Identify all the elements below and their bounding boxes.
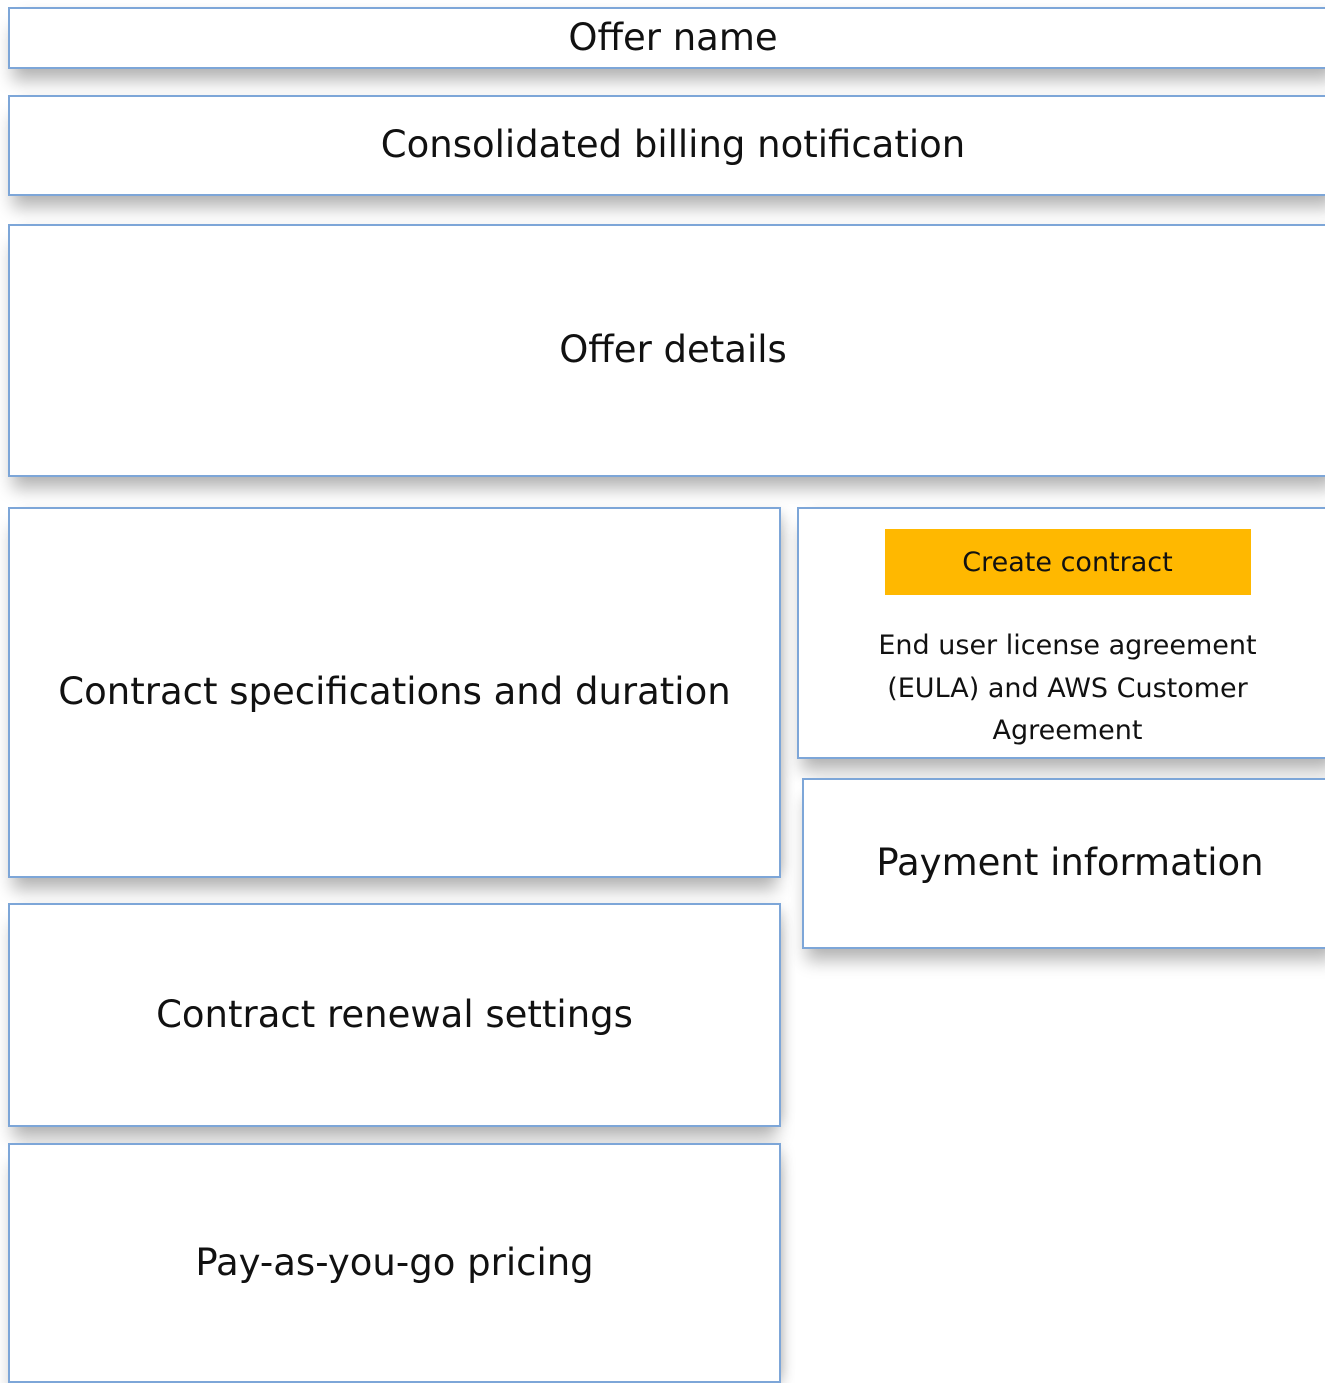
pay-as-you-go-section: Pay-as-you-go pricing [8, 1143, 781, 1383]
consolidated-billing-label: Consolidated billing notification [380, 123, 966, 167]
payment-information-section: Payment information [802, 778, 1325, 949]
consolidated-billing-section: Consolidated billing notification [8, 95, 1325, 196]
create-contract-button[interactable]: Create contract [884, 529, 1251, 595]
contract-specifications-label: Contract specifications and duration [58, 670, 731, 714]
offer-name-label: Offer name [568, 15, 778, 59]
offer-name-section: Offer name [8, 7, 1325, 69]
create-contract-panel: Create contract End user license agreeme… [797, 507, 1325, 759]
pay-as-you-go-label: Pay-as-you-go pricing [195, 1240, 594, 1284]
contract-renewal-label: Contract renewal settings [156, 992, 633, 1036]
offer-details-section: Offer details [8, 224, 1325, 477]
payment-information-label: Payment information [876, 841, 1264, 885]
offer-details-label: Offer details [559, 328, 787, 372]
contract-renewal-section: Contract renewal settings [8, 903, 781, 1127]
contract-specifications-section: Contract specifications and duration [8, 507, 781, 878]
eula-agreement-text: End user license agreement (EULA) and AW… [878, 630, 1257, 747]
